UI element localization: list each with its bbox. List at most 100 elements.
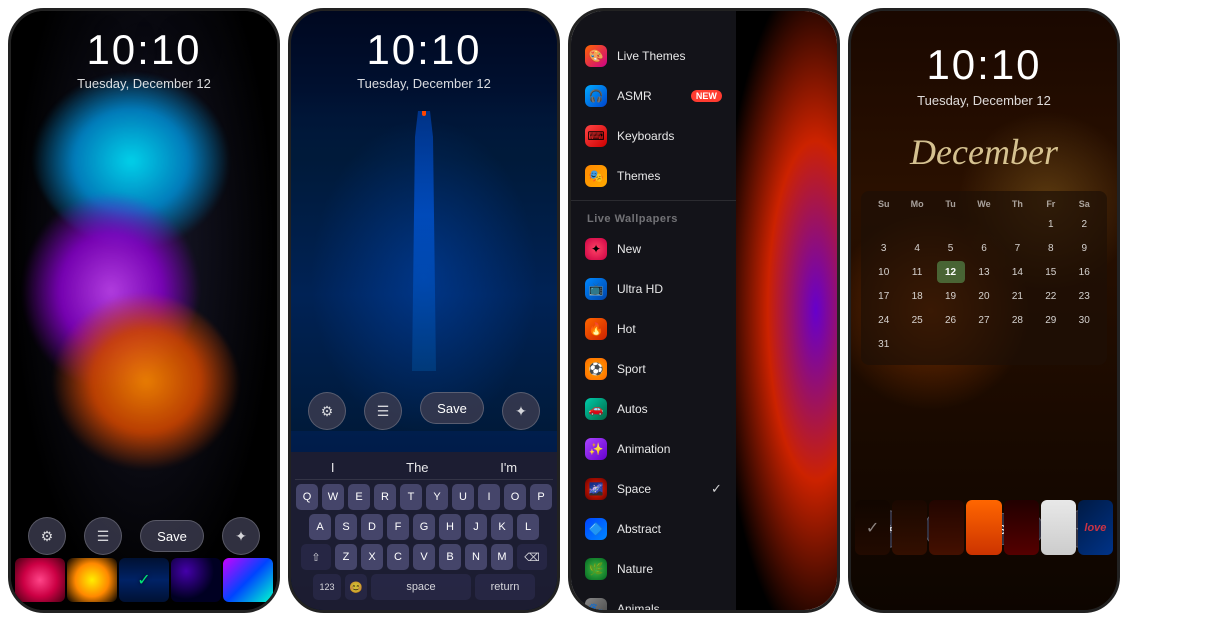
s4-thumb-5[interactable] — [1004, 500, 1039, 555]
suggestion-3[interactable]: I'm — [500, 460, 517, 475]
key-m[interactable]: M — [491, 544, 513, 570]
key-v[interactable]: V — [413, 544, 435, 570]
menu-item-hot[interactable]: 🔥 Hot — [571, 309, 736, 349]
cal-cell: 22 — [1037, 285, 1065, 307]
key-g[interactable]: G — [413, 514, 435, 540]
key-e[interactable]: E — [348, 484, 370, 510]
cal-cell: 7 — [1003, 237, 1031, 259]
new-label: New — [617, 242, 722, 256]
abstract-icon: 🔷 — [585, 518, 607, 540]
menu-item-animation[interactable]: ✨ Animation — [571, 429, 736, 469]
menu-item-abstract[interactable]: 🔷 Abstract — [571, 509, 736, 549]
asmr-badge: NEW — [691, 90, 722, 102]
key-w[interactable]: W — [322, 484, 344, 510]
key-shift[interactable]: ⇧ — [301, 544, 331, 570]
suggestion-2[interactable]: The — [406, 460, 428, 475]
s3-bg-space — [731, 11, 837, 610]
cal-fr: Fr — [1037, 199, 1065, 209]
s4-thumb-3[interactable] — [929, 500, 964, 555]
screen-2: 10:10 Tuesday, December 12 ⚙ ☰ Save ✦ I … — [288, 8, 560, 613]
s4-thumb-2[interactable] — [892, 500, 927, 555]
key-123[interactable]: 123 — [313, 574, 341, 600]
key-p[interactable]: P — [530, 484, 552, 510]
key-emoji[interactable]: 😊 — [345, 574, 367, 600]
menu-item-ultrahd[interactable]: 📺 Ultra HD — [571, 269, 736, 309]
settings-icon[interactable]: ⚙ — [28, 517, 66, 555]
menu-item-themes[interactable]: 🎭 Themes — [571, 156, 736, 196]
cal-cell: 2 — [1070, 213, 1098, 235]
key-i[interactable]: I — [478, 484, 500, 510]
key-o[interactable]: O — [504, 484, 526, 510]
cal-cell — [970, 213, 998, 235]
keyboard[interactable]: I The I'm Q W E R T Y U I O P A S D F G … — [291, 452, 557, 610]
cal-cell: 1 — [1037, 213, 1065, 235]
key-s[interactable]: S — [335, 514, 357, 540]
thumb-neon[interactable] — [223, 558, 273, 602]
key-c[interactable]: C — [387, 544, 409, 570]
key-f[interactable]: F — [387, 514, 409, 540]
suggestion-1[interactable]: I — [331, 460, 335, 475]
s4-thumb-love[interactable]: love — [1078, 500, 1113, 555]
thumb-space[interactable] — [171, 558, 221, 602]
key-space[interactable]: space — [371, 574, 471, 600]
key-t[interactable]: T — [400, 484, 422, 510]
menu-item-space[interactable]: 🌌 Space ✓ — [571, 469, 736, 509]
cal-cell: 23 — [1070, 285, 1098, 307]
s4-thumb-1[interactable]: ✓ — [855, 500, 890, 555]
key-q[interactable]: Q — [296, 484, 318, 510]
s2-gear-icon[interactable]: ✦ — [502, 392, 540, 430]
orange-splash — [51, 291, 241, 471]
cal-cell: 24 — [870, 309, 898, 331]
key-b[interactable]: B — [439, 544, 461, 570]
s2-time: 10:10 — [291, 26, 557, 74]
live-themes-label: Live Themes — [617, 49, 722, 63]
save-button[interactable]: Save — [140, 520, 204, 552]
s2-light-glow — [291, 91, 557, 431]
s4-date: Tuesday, December 12 — [851, 93, 1117, 108]
cal-row-2: 3 4 5 6 7 8 9 — [867, 237, 1101, 259]
cal-row-5: 24 25 26 27 28 29 30 — [867, 309, 1101, 331]
menu-item-autos[interactable]: 🚗 Autos — [571, 389, 736, 429]
key-h[interactable]: H — [439, 514, 461, 540]
key-delete[interactable]: ⌫ — [517, 544, 547, 570]
nature-label: Nature — [617, 562, 722, 576]
key-u[interactable]: U — [452, 484, 474, 510]
key-x[interactable]: X — [361, 544, 383, 570]
thumb-flower[interactable] — [15, 558, 65, 602]
cal-cell: 25 — [903, 309, 931, 331]
s2-save-button[interactable]: Save — [420, 392, 484, 424]
cal-row-4: 17 18 19 20 21 22 23 — [867, 285, 1101, 307]
menu-item-keyboards[interactable]: ⌨ Keyboards — [571, 116, 736, 156]
s2-settings-icon[interactable]: ⚙ — [308, 392, 346, 430]
menu-item-new[interactable]: ✦ New — [571, 229, 736, 269]
key-j[interactable]: J — [465, 514, 487, 540]
key-a[interactable]: A — [309, 514, 331, 540]
menu-item-asmr[interactable]: 🎧 ASMR NEW — [571, 76, 736, 116]
thumb-burst[interactable] — [67, 558, 117, 602]
key-n[interactable]: N — [465, 544, 487, 570]
menu-item-sport[interactable]: ⚽ Sport — [571, 349, 736, 389]
menu-item-animals[interactable]: 🐾 Animals — [571, 589, 736, 613]
key-y[interactable]: Y — [426, 484, 448, 510]
cal-th: Th — [1003, 199, 1031, 209]
gear-icon[interactable]: ✦ — [222, 517, 260, 555]
animals-label: Animals — [617, 602, 722, 613]
key-k[interactable]: K — [491, 514, 513, 540]
thumb-city-selected[interactable]: ✓ — [119, 558, 169, 602]
menu-item-live-themes[interactable]: 🎨 Live Themes — [571, 36, 736, 76]
s4-thumb-4[interactable] — [966, 500, 1001, 555]
key-r[interactable]: R — [374, 484, 396, 510]
list-icon[interactable]: ☰ — [84, 517, 122, 555]
navigation-menu: 🎨 Live Themes 🎧 ASMR NEW ⌨ Keyboards 🎭 T… — [571, 11, 736, 610]
cal-cell: 9 — [1070, 237, 1098, 259]
key-return[interactable]: return — [475, 574, 535, 600]
menu-item-nature[interactable]: 🌿 Nature — [571, 549, 736, 589]
key-z[interactable]: Z — [335, 544, 357, 570]
key-l[interactable]: L — [517, 514, 539, 540]
keyboard-row-2: A S D F G H J K L — [295, 514, 553, 540]
key-d[interactable]: D — [361, 514, 383, 540]
s2-list-icon[interactable]: ☰ — [364, 392, 402, 430]
s4-thumb-6[interactable] — [1041, 500, 1076, 555]
cal-cell: 31 — [870, 333, 898, 355]
s1-time: 10:10 — [11, 26, 277, 74]
